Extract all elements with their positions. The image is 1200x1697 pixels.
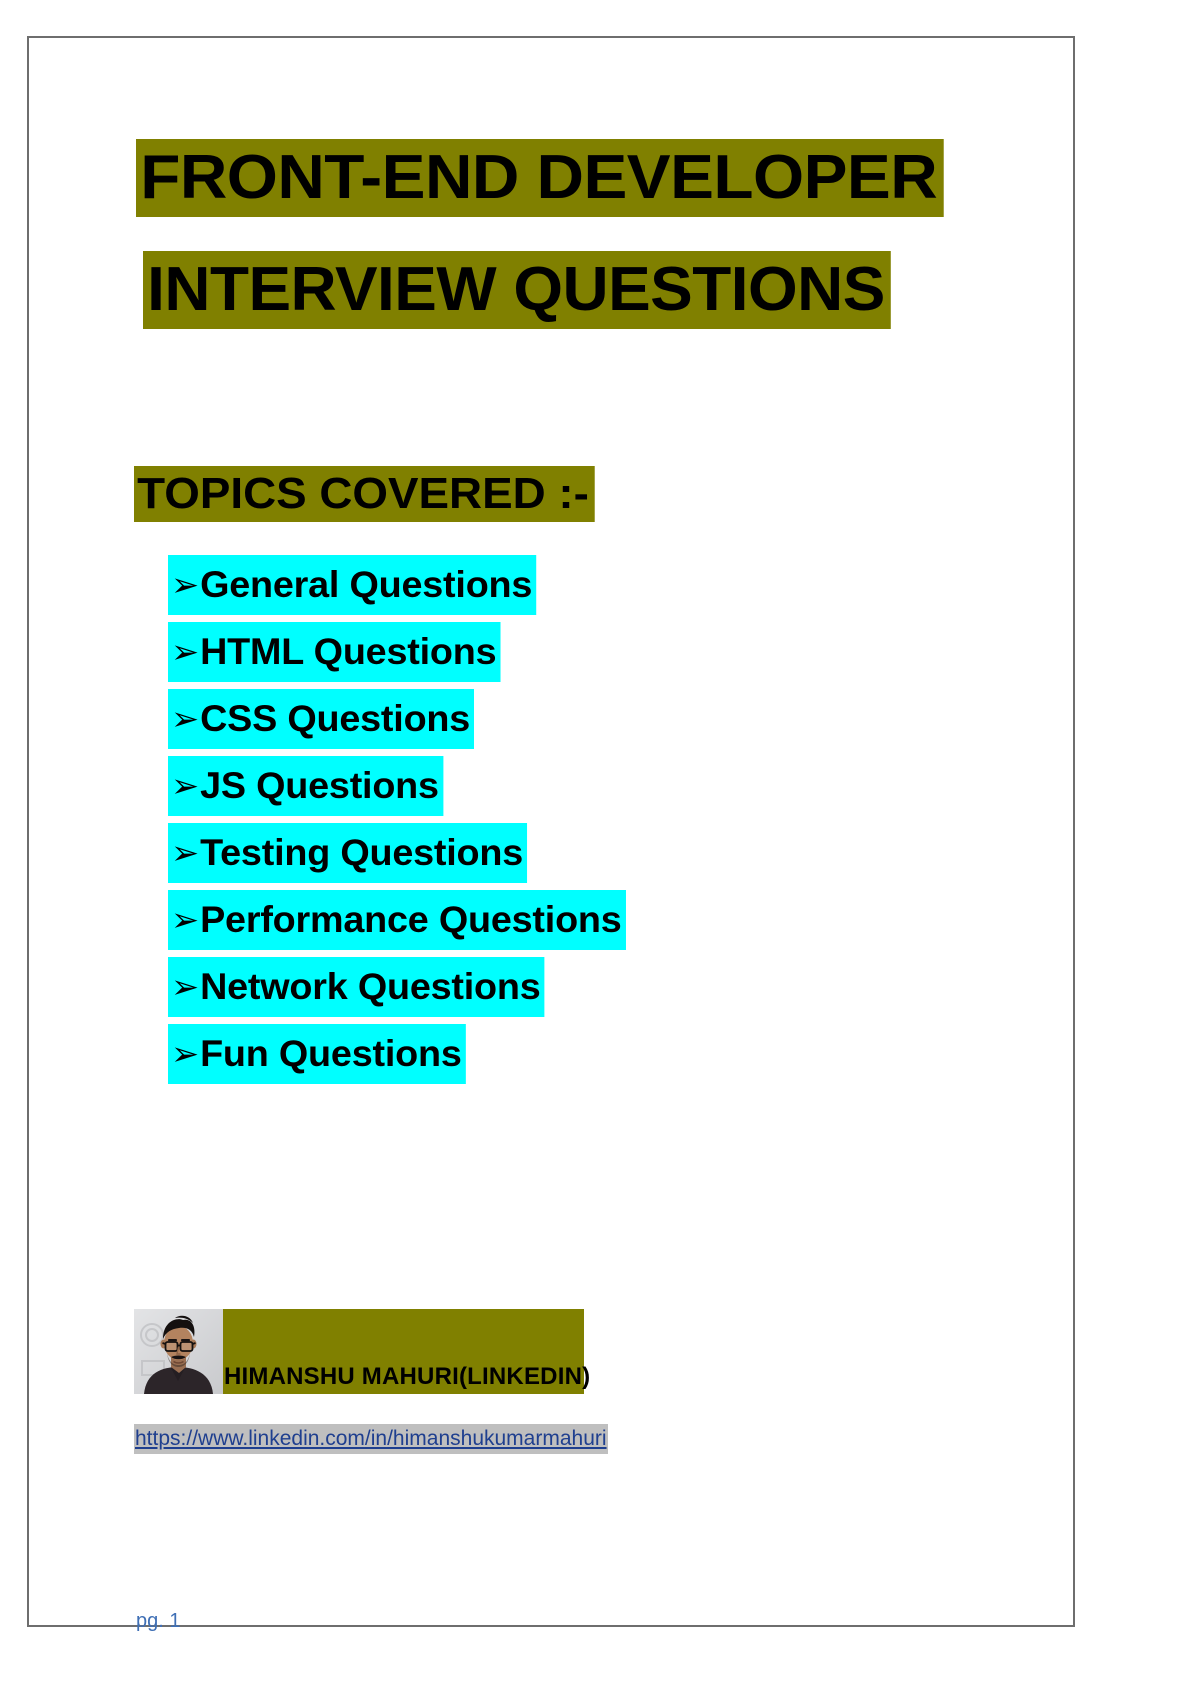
document-title-line-1: FRONT-END DEVELOPER [136,139,944,217]
page-number-footer: pg. 1 [136,1610,181,1632]
list-item: ➢Performance Questions [168,890,626,950]
topic-pill-network: ➢Network Questions [168,957,545,1017]
chevron-right-icon: ➢ [171,632,200,671]
topic-label: JS Questions [200,765,439,806]
chevron-right-icon: ➢ [171,565,200,604]
page-sheet: FRONT-END DEVELOPER INTERVIEW QUESTIONS … [0,0,1200,1697]
list-item: ➢HTML Questions [168,622,617,682]
chevron-right-icon: ➢ [171,699,200,738]
list-item: ➢General Questions [168,555,617,615]
topic-pill-js: ➢JS Questions [168,756,443,816]
list-item: ➢CSS Questions [168,689,617,749]
chevron-right-icon: ➢ [171,833,200,872]
topic-label: Testing Questions [200,832,524,873]
topic-pill-testing: ➢Testing Questions [168,823,528,883]
list-item: ➢Network Questions [168,957,617,1017]
topic-pill-performance: ➢Performance Questions [168,890,626,950]
topic-label: Network Questions [200,966,541,1007]
document-title-line-2: INTERVIEW QUESTIONS [143,251,892,329]
author-name-label: HIMANSHU MAHURI(LINKEDIN) [224,1363,591,1390]
topic-label: HTML Questions [200,631,497,672]
topic-pill-fun: ➢Fun Questions [168,1024,466,1084]
chevron-right-icon: ➢ [171,900,200,939]
topic-label: CSS Questions [200,698,471,739]
topic-pill-html: ➢HTML Questions [168,622,501,682]
chevron-right-icon: ➢ [171,1034,200,1073]
linkedin-profile-link[interactable]: https://www.linkedin.com/in/himanshukuma… [134,1424,608,1454]
chevron-right-icon: ➢ [171,766,200,805]
topic-pill-general: ➢General Questions [168,555,537,615]
list-item: ➢Fun Questions [168,1024,617,1084]
chevron-right-icon: ➢ [171,967,200,1006]
topics-list: ➢General Questions ➢HTML Questions ➢CSS … [168,555,626,1091]
topic-pill-css: ➢CSS Questions [168,689,475,749]
list-item: ➢Testing Questions [168,823,617,883]
author-block: HIMANSHU MAHURI(LINKEDIN) [134,1309,590,1394]
topic-label: General Questions [200,564,533,605]
topics-covered-heading: TOPICS COVERED :- [134,466,596,522]
topic-label: Fun Questions [200,1033,462,1074]
list-item: ➢JS Questions [168,756,617,816]
topic-label: Performance Questions [200,899,622,940]
avatar [134,1309,223,1394]
document-content: FRONT-END DEVELOPER INTERVIEW QUESTIONS … [0,0,1200,1697]
